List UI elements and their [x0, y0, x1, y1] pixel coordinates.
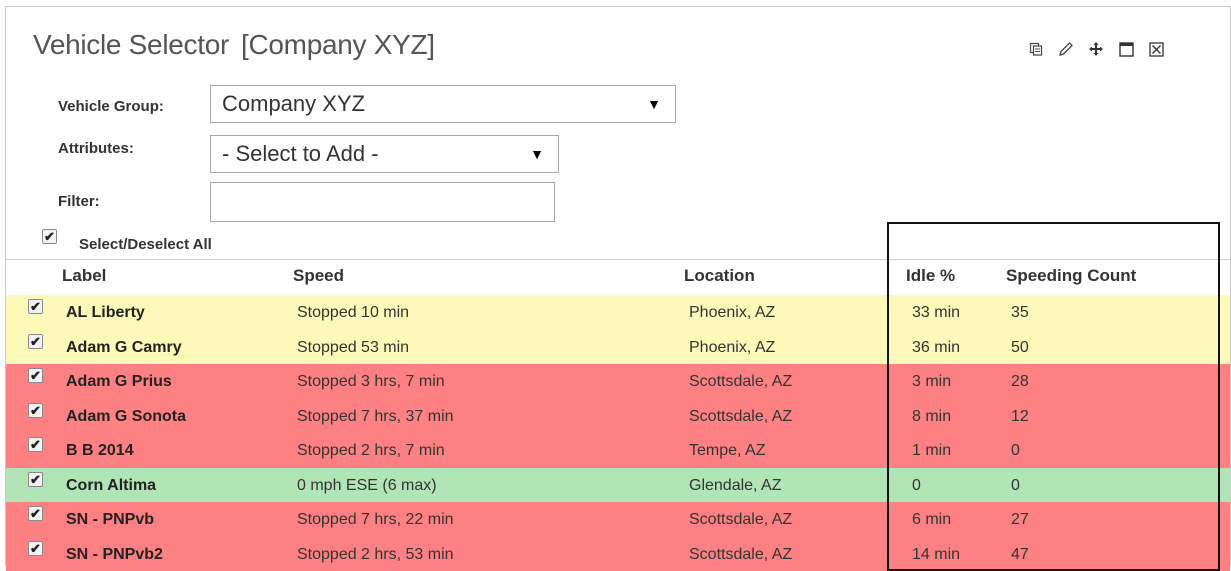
header-divider — [6, 259, 1230, 260]
vehicle-group-label: Vehicle Group: — [58, 98, 164, 115]
row-location: Tempe, AZ — [689, 442, 765, 460]
row-idle: 33 min — [912, 304, 960, 322]
row-checkbox[interactable]: ✔ — [28, 541, 43, 556]
row-speed: Stopped 10 min — [297, 304, 409, 322]
panel-title: Vehicle Selector [Company XYZ] — [33, 29, 435, 61]
row-checkbox[interactable]: ✔ — [28, 472, 43, 487]
attributes-label: Attributes: — [58, 140, 134, 157]
column-header-location[interactable]: Location — [684, 266, 755, 286]
row-location: Scottsdale, AZ — [689, 511, 792, 529]
row-location: Phoenix, AZ — [689, 339, 775, 357]
window-controls — [1021, 37, 1171, 61]
table-row[interactable]: ✔ Corn Altima 0 mph ESE (6 max) Glendale… — [6, 468, 1230, 503]
row-speed: Stopped 7 hrs, 22 min — [297, 511, 454, 529]
vehicle-group-select[interactable]: Company XYZ ▼ — [210, 85, 676, 123]
move-icon[interactable] — [1081, 37, 1111, 61]
panel-title-main: Vehicle Selector — [33, 29, 229, 60]
row-speed: Stopped 53 min — [297, 339, 409, 357]
row-speeding: 47 — [1011, 546, 1029, 564]
column-header-speeding-count[interactable]: Speeding Count — [1006, 266, 1136, 286]
row-label: Adam G Prius — [66, 373, 172, 391]
vehicle-table: ✔ AL Liberty Stopped 10 min Phoenix, AZ … — [6, 295, 1230, 571]
panel-title-company: [Company XYZ] — [241, 29, 435, 60]
dropdown-arrow-icon: ▼ — [530, 146, 558, 162]
row-label: Adam G Camry — [66, 339, 182, 357]
row-speed: 0 mph ESE (6 max) — [297, 477, 437, 495]
row-idle: 1 min — [912, 442, 951, 460]
row-idle: 6 min — [912, 511, 951, 529]
row-speed: Stopped 3 hrs, 7 min — [297, 373, 445, 391]
column-header-idle[interactable]: Idle % — [906, 266, 955, 286]
column-header-label[interactable]: Label — [62, 266, 106, 286]
row-idle: 0 — [912, 477, 921, 495]
row-checkbox[interactable]: ✔ — [28, 368, 43, 383]
row-speeding: 0 — [1011, 442, 1020, 460]
dropdown-arrow-icon: ▼ — [647, 96, 675, 112]
row-speeding: 50 — [1011, 339, 1029, 357]
filter-label: Filter: — [58, 193, 100, 210]
row-speeding: 27 — [1011, 511, 1029, 529]
close-icon[interactable] — [1141, 37, 1171, 61]
select-all-checkbox[interactable]: ✔ — [42, 229, 57, 244]
row-idle: 8 min — [912, 408, 951, 426]
table-row[interactable]: ✔ SN - PNPvb Stopped 7 hrs, 22 min Scott… — [6, 502, 1230, 537]
table-row[interactable]: ✔ Adam G Prius Stopped 3 hrs, 7 min Scot… — [6, 364, 1230, 399]
row-label: Corn Altima — [66, 477, 156, 495]
row-checkbox[interactable]: ✔ — [28, 506, 43, 521]
row-speed: Stopped 7 hrs, 37 min — [297, 408, 454, 426]
row-label: SN - PNPvb2 — [66, 546, 163, 564]
attributes-select[interactable]: - Select to Add - ▼ — [210, 135, 559, 173]
row-idle: 3 min — [912, 373, 951, 391]
vehicle-selector-panel: Vehicle Selector [Company XYZ] Vehicle Gr… — [5, 6, 1231, 566]
row-checkbox[interactable]: ✔ — [28, 437, 43, 452]
row-idle: 14 min — [912, 546, 960, 564]
select-all-label: Select/Deselect All — [79, 236, 212, 253]
row-speeding: 12 — [1011, 408, 1029, 426]
filter-input[interactable] — [210, 182, 555, 222]
row-speed: Stopped 2 hrs, 53 min — [297, 546, 454, 564]
column-header-speed[interactable]: Speed — [293, 266, 344, 286]
copy-icon[interactable] — [1021, 37, 1051, 61]
row-idle: 36 min — [912, 339, 960, 357]
table-row[interactable]: ✔ AL Liberty Stopped 10 min Phoenix, AZ … — [6, 295, 1230, 330]
row-label: SN - PNPvb — [66, 511, 154, 529]
row-checkbox[interactable]: ✔ — [28, 403, 43, 418]
table-row[interactable]: ✔ Adam G Sonota Stopped 7 hrs, 37 min Sc… — [6, 399, 1230, 434]
row-speed: Stopped 2 hrs, 7 min — [297, 442, 445, 460]
edit-pencil-icon[interactable] — [1051, 37, 1081, 61]
row-speeding: 35 — [1011, 304, 1029, 322]
row-checkbox[interactable]: ✔ — [28, 334, 43, 349]
row-label: B B 2014 — [66, 442, 134, 460]
row-label: Adam G Sonota — [66, 408, 186, 426]
row-speeding: 28 — [1011, 373, 1029, 391]
row-label: AL Liberty — [66, 304, 145, 322]
row-location: Scottsdale, AZ — [689, 546, 792, 564]
row-location: Scottsdale, AZ — [689, 373, 792, 391]
table-row[interactable]: ✔ Adam G Camry Stopped 53 min Phoenix, A… — [6, 330, 1230, 365]
row-location: Scottsdale, AZ — [689, 408, 792, 426]
row-location: Phoenix, AZ — [689, 304, 775, 322]
attributes-value: - Select to Add - — [211, 141, 530, 167]
vehicle-group-value: Company XYZ — [211, 91, 647, 117]
table-row[interactable]: ✔ B B 2014 Stopped 2 hrs, 7 min Tempe, A… — [6, 433, 1230, 468]
row-speeding: 0 — [1011, 477, 1020, 495]
row-checkbox[interactable]: ✔ — [28, 299, 43, 314]
maximize-icon[interactable] — [1111, 37, 1141, 61]
row-location: Glendale, AZ — [689, 477, 782, 495]
